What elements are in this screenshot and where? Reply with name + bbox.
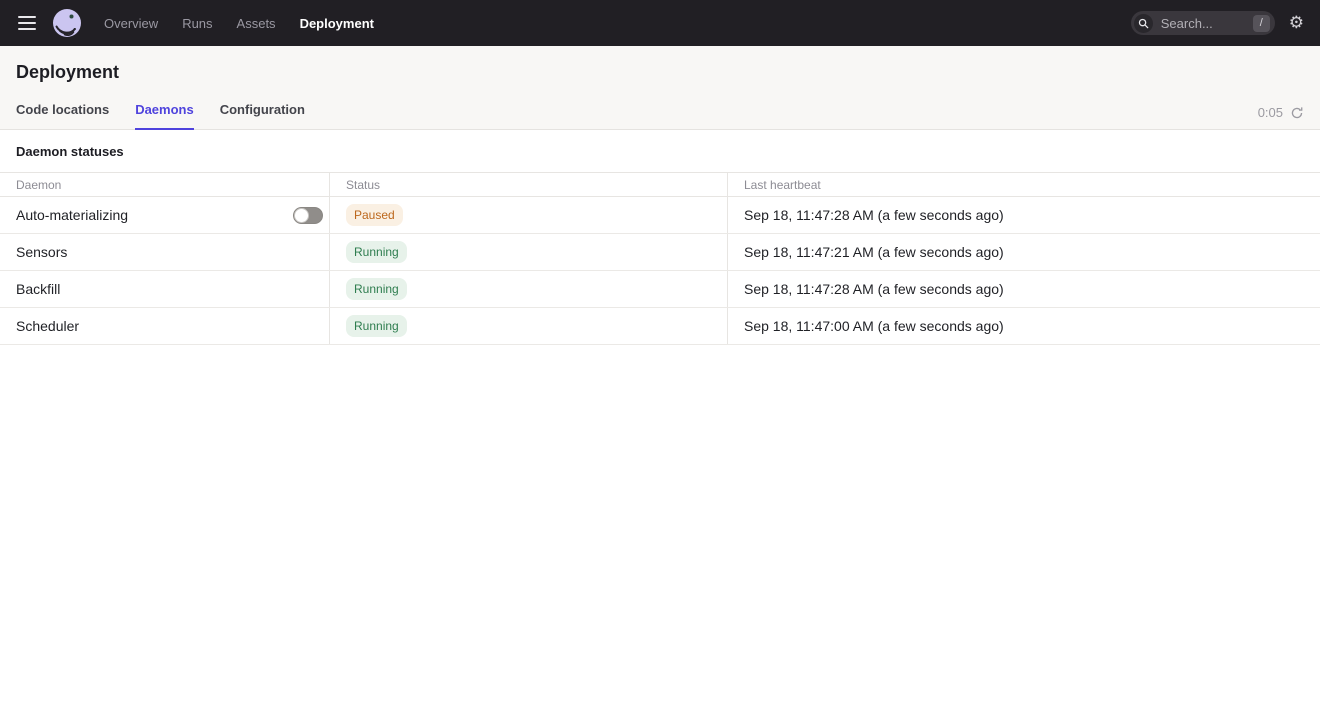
heartbeat-text: Sep 18, 11:47:28 AM (a few seconds ago) [744, 281, 1004, 297]
table-row: Auto-materializing Paused Sep 18, 11:47:… [0, 197, 1320, 234]
page-title: Deployment [0, 46, 1320, 98]
daemon-name: Backfill [16, 281, 60, 297]
daemon-name: Auto-materializing [16, 207, 128, 223]
search-shortcut-key: / [1253, 15, 1270, 32]
search-icon [1134, 14, 1153, 33]
search-input[interactable]: Search... / [1131, 11, 1275, 35]
status-badge: Paused [346, 204, 403, 226]
heartbeat-text: Sep 18, 11:47:00 AM (a few seconds ago) [744, 318, 1004, 334]
daemon-enable-toggle[interactable] [293, 207, 323, 224]
toggle-knob [294, 208, 309, 223]
table-row: Backfill Running Sep 18, 11:47:28 AM (a … [0, 271, 1320, 308]
page-header: Deployment Code locations Daemons Config… [0, 46, 1320, 130]
refresh-countdown: 0:05 [1258, 105, 1283, 120]
tab-daemons[interactable]: Daemons [135, 102, 194, 130]
auto-refresh-area: 0:05 [1258, 105, 1304, 129]
primary-nav-links: Overview Runs Assets Deployment [94, 10, 384, 37]
nav-item-overview[interactable]: Overview [94, 10, 168, 37]
settings-gear-icon[interactable]: ⚙ [1289, 15, 1304, 32]
status-badge: Running [346, 315, 407, 337]
section-heading: Daemon statuses [0, 130, 1320, 173]
column-header-status: Status [329, 173, 727, 196]
table-header-row: Daemon Status Last heartbeat [0, 173, 1320, 197]
heartbeat-text: Sep 18, 11:47:21 AM (a few seconds ago) [744, 244, 1004, 260]
refresh-icon[interactable] [1290, 106, 1304, 120]
nav-item-deployment[interactable]: Deployment [290, 10, 384, 37]
daemon-status-table: Daemon Status Last heartbeat Auto-materi… [0, 173, 1320, 345]
hamburger-menu-icon[interactable] [18, 16, 36, 30]
status-badge: Running [346, 278, 407, 300]
top-nav: Overview Runs Assets Deployment Search..… [0, 0, 1320, 46]
search-placeholder: Search... [1161, 16, 1253, 31]
nav-item-assets[interactable]: Assets [227, 10, 286, 37]
status-badge: Running [346, 241, 407, 263]
column-header-daemon: Daemon [0, 173, 329, 196]
table-row: Scheduler Running Sep 18, 11:47:00 AM (a… [0, 308, 1320, 345]
daemon-name: Scheduler [16, 318, 79, 334]
tab-bar: Code locations Daemons Configuration 0:0… [0, 98, 1320, 129]
tab-configuration[interactable]: Configuration [220, 102, 305, 130]
dagster-logo-icon[interactable] [52, 8, 82, 38]
daemon-name: Sensors [16, 244, 67, 260]
tab-code-locations[interactable]: Code locations [16, 102, 109, 130]
column-header-last-heartbeat: Last heartbeat [727, 173, 1320, 196]
nav-item-runs[interactable]: Runs [172, 10, 222, 37]
table-row: Sensors Running Sep 18, 11:47:21 AM (a f… [0, 234, 1320, 271]
heartbeat-text: Sep 18, 11:47:28 AM (a few seconds ago) [744, 207, 1004, 223]
